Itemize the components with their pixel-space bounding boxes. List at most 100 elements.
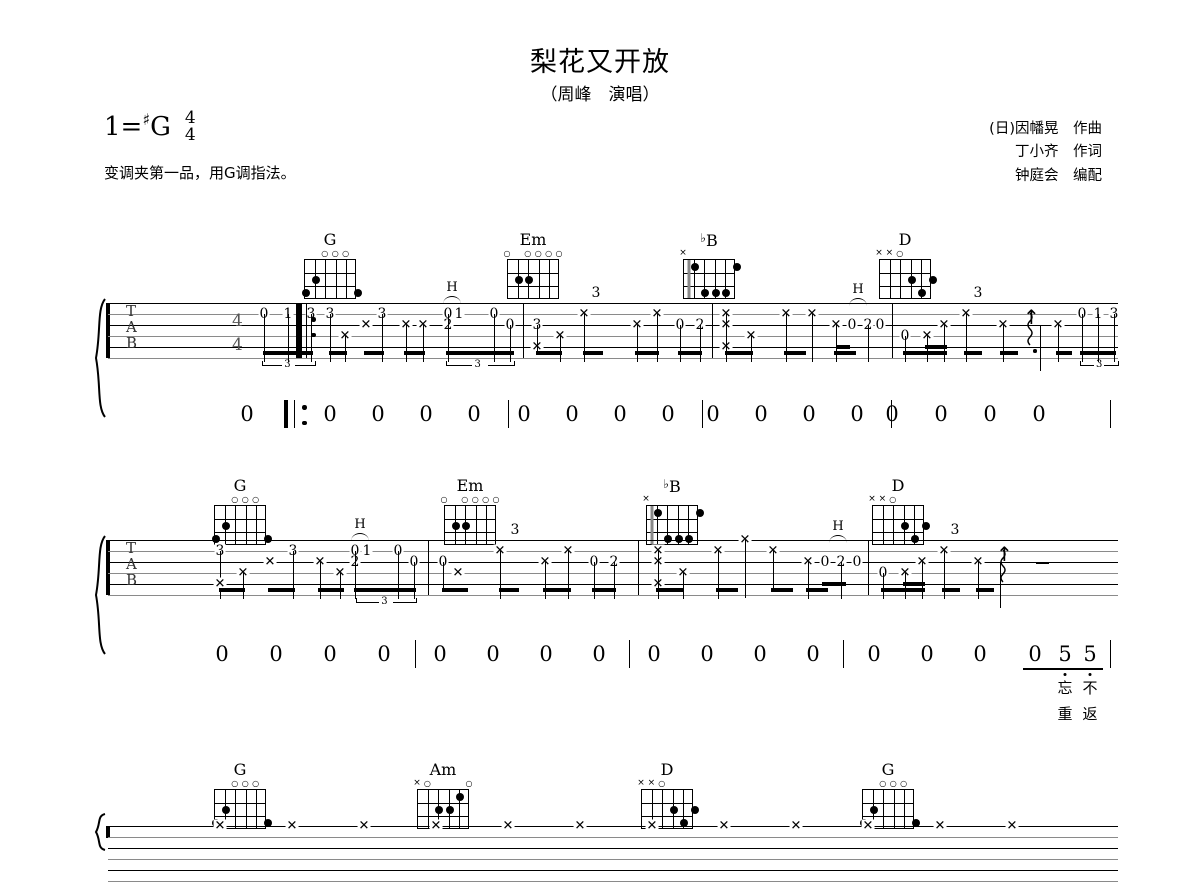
fret-line <box>873 532 923 534</box>
fretboard-grid <box>444 505 496 545</box>
key-prefix: 1= <box>104 112 143 142</box>
notation-number: 0 <box>565 402 579 426</box>
notation-number: 0 <box>467 402 481 426</box>
tab-letter: B <box>126 334 138 352</box>
note-beam <box>354 588 416 592</box>
notation-number: 0 <box>867 642 881 666</box>
notation-barline <box>702 400 704 428</box>
tab-line <box>108 848 1118 850</box>
open-string-icon: ○ <box>465 779 473 788</box>
open-string-icon: ○ <box>524 249 532 258</box>
notation-number: 0 <box>592 642 606 666</box>
triplet-bracket <box>262 365 283 367</box>
notation-number: 0 <box>753 642 767 666</box>
page-subtitle: （周峰 演唱） <box>540 85 660 105</box>
finger-dot <box>722 289 731 298</box>
page-title: 梨花又开放 <box>530 47 670 78</box>
string-line <box>486 506 488 544</box>
string-markers: ○ ○ ○ <box>209 495 271 504</box>
note-beam <box>725 351 753 355</box>
notation-number: 0 <box>486 642 500 666</box>
open-string-icon: ○ <box>492 495 500 504</box>
chord-name: G <box>299 232 361 249</box>
time-denominator: 4 <box>184 125 196 146</box>
notation-barline <box>508 400 510 428</box>
fret-line <box>880 272 930 274</box>
open-string-icon: ○ <box>423 779 431 788</box>
string-line <box>235 506 237 544</box>
finger-dot <box>900 521 909 530</box>
string-line <box>904 790 906 828</box>
notation-barline <box>843 640 845 668</box>
notation-number: 0 <box>934 402 948 426</box>
note-stem <box>700 325 702 362</box>
triplet-bracket <box>356 602 379 604</box>
open-string-icon: ○ <box>252 779 260 788</box>
note-stem <box>1003 325 1005 362</box>
string-markers: × × ○ <box>874 249 936 259</box>
note-stem <box>637 325 639 362</box>
notation-number: 0 <box>973 642 987 666</box>
open-string-icon: ○ <box>900 779 908 788</box>
note-stem <box>560 336 562 362</box>
tab-line <box>108 870 1118 872</box>
notation-number: 0 <box>539 642 553 666</box>
finger-dot <box>907 275 916 284</box>
key-signature: 1=♯G <box>104 112 171 142</box>
tab-line <box>108 584 1118 586</box>
tab-letter: T <box>126 302 137 320</box>
open-string-icon: ○ <box>545 249 553 258</box>
note-beam <box>976 588 994 592</box>
string-markers: ○ ○ ○ <box>299 249 361 258</box>
muted-note-mark: ✕ <box>789 818 803 834</box>
tab-staff <box>108 826 1118 882</box>
key-note: G <box>150 112 171 142</box>
time-signature: 4 4 <box>184 109 196 146</box>
triplet-bracket <box>1103 365 1118 367</box>
note-stem <box>510 325 512 362</box>
tab-letter: A <box>126 555 137 573</box>
barline <box>638 540 640 595</box>
string-markers: × × ○ <box>867 495 929 505</box>
lyric-verse1: 不 <box>1082 679 1098 697</box>
notation-barline <box>415 640 417 668</box>
note-beam <box>903 582 925 586</box>
note-stem <box>340 573 342 599</box>
finger-dot <box>435 805 444 814</box>
fret-line <box>647 518 697 520</box>
note-beam <box>771 588 793 592</box>
triplet-label: 3 <box>284 359 291 370</box>
fret-line <box>215 518 265 520</box>
notation-number: 0 <box>706 402 720 426</box>
notation-number: 0 <box>613 402 627 426</box>
notation-number: 0 <box>920 642 934 666</box>
muted-note-mark: ✕ <box>451 565 465 581</box>
note-beam <box>635 351 659 355</box>
note-stem <box>545 562 547 599</box>
string-line <box>256 790 258 828</box>
capo-instruction: 变调夹第一品，用G调指法。 <box>104 164 296 182</box>
open-string-icon: ○ <box>241 779 249 788</box>
note-stem <box>680 325 682 362</box>
note-stem <box>978 562 980 599</box>
tab-letter: A <box>126 318 137 336</box>
note-stem <box>423 325 425 362</box>
fret-number: 0 <box>846 317 858 333</box>
tab-line <box>108 303 1118 305</box>
note-stem <box>836 325 838 362</box>
chord-name: D <box>636 762 698 779</box>
chord-diagram: ♭B × <box>641 478 704 545</box>
muted-note-mark: ✕ <box>285 818 299 834</box>
string-markers: × <box>678 249 740 258</box>
note-stem <box>1058 325 1060 362</box>
open-string-icon: ○ <box>252 495 260 504</box>
muted-note-mark: ✕ <box>645 818 659 834</box>
finger-dot <box>669 805 678 814</box>
fret-number: 3 <box>590 285 602 301</box>
chord-name: ♭B <box>678 232 740 249</box>
muted-note-mark: ✕ <box>573 818 587 834</box>
notation-number: 0 <box>661 402 675 426</box>
chord-name: D <box>874 232 936 249</box>
open-string-icon: ○ <box>503 249 511 258</box>
notation-number: 0 <box>269 642 283 666</box>
